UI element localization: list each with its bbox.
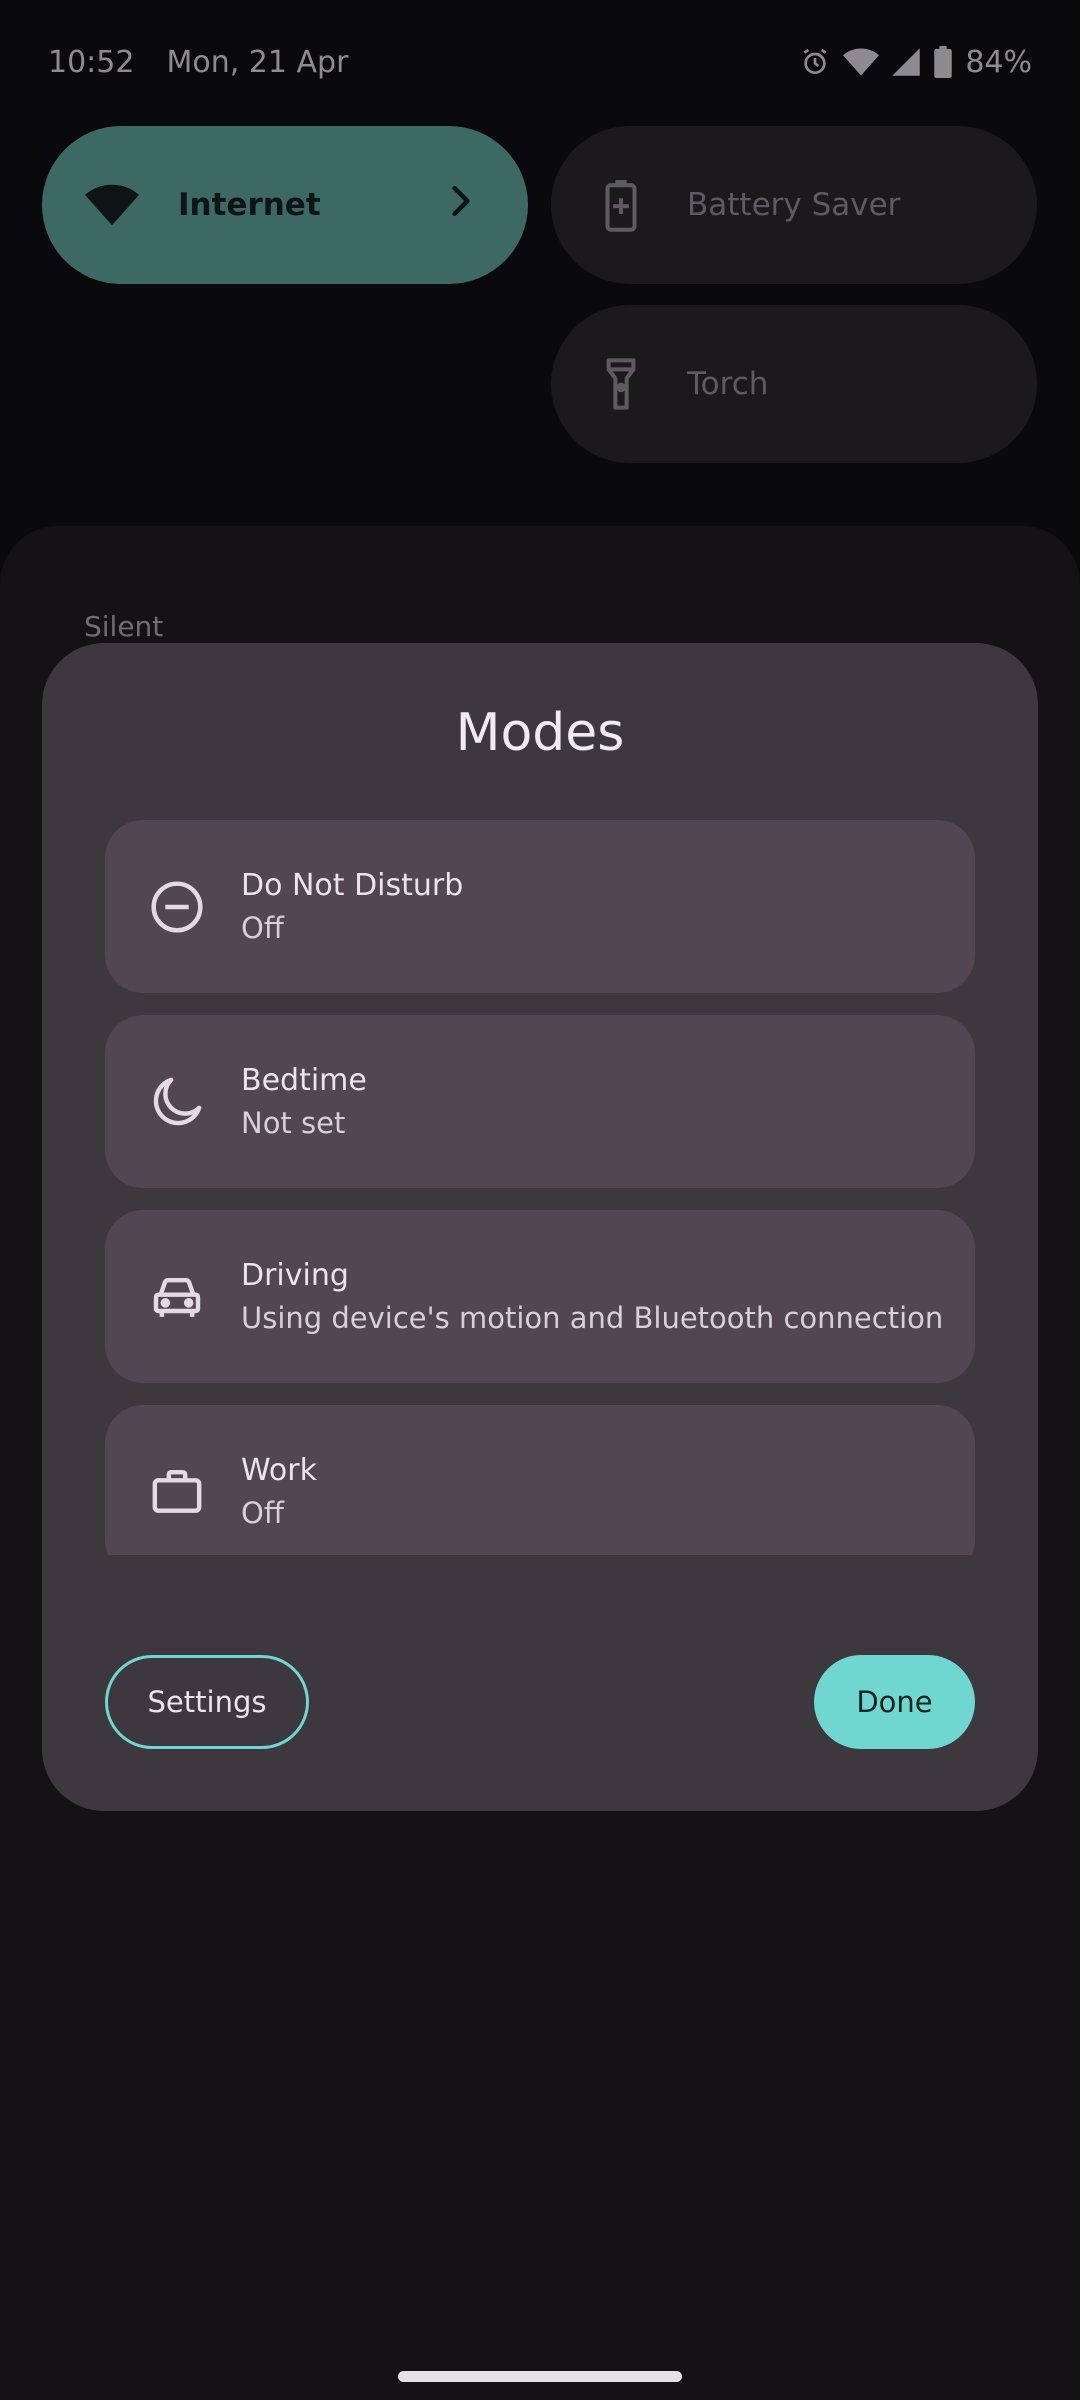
mode-text: Do Not Disturb Off (241, 868, 463, 945)
tile-torch[interactable]: Torch (551, 305, 1037, 463)
mode-status: Off (241, 911, 284, 945)
mode-card-bedtime[interactable]: Bedtime Not set (105, 1015, 975, 1188)
screen: 10:52 Mon, 21 Apr 84% Internet Battery S… (0, 0, 1080, 2400)
mode-card-driving[interactable]: Driving Using device's motion and Blueto… (105, 1210, 975, 1383)
mode-status: Using device's motion and Bluetooth conn… (241, 1301, 944, 1335)
wifi-icon (843, 46, 880, 78)
navigation-handle[interactable] (398, 2371, 682, 2382)
mode-card-work[interactable]: Work Off (105, 1405, 975, 1555)
silent-section-label: Silent (84, 610, 164, 643)
mode-name: Bedtime (241, 1063, 367, 1098)
modes-list[interactable]: Do Not Disturb Off Bedtime Not set Drivi… (105, 820, 975, 1555)
do-not-disturb-icon (147, 877, 207, 937)
tile-torch-label: Torch (687, 366, 769, 402)
done-button[interactable]: Done (814, 1655, 975, 1749)
chevron-right-icon (450, 185, 472, 225)
status-icons: 84% (799, 45, 1032, 80)
briefcase-icon (147, 1462, 207, 1522)
wifi-icon (82, 175, 142, 235)
car-icon (147, 1267, 207, 1327)
mode-name: Do Not Disturb (241, 868, 464, 903)
mode-text: Bedtime Not set (241, 1063, 367, 1140)
mode-card-do-not-disturb[interactable]: Do Not Disturb Off (105, 820, 975, 993)
moon-icon (147, 1072, 207, 1132)
status-date: Mon, 21 Apr (166, 44, 349, 80)
signal-icon (891, 47, 921, 77)
tile-battery-saver[interactable]: Battery Saver (551, 126, 1037, 284)
mode-text: Driving Using device's motion and Blueto… (241, 1258, 943, 1335)
status-bar: 10:52 Mon, 21 Apr 84% (0, 0, 1080, 124)
mode-name: Work (241, 1453, 317, 1488)
battery-icon (933, 46, 953, 78)
dialog-title: Modes (455, 703, 625, 763)
torch-icon (591, 354, 651, 414)
mode-text: Work Off (241, 1453, 317, 1530)
mode-status: Not set (241, 1106, 346, 1140)
tile-battery-saver-label: Battery Saver (687, 187, 901, 223)
status-time: 10:52 (48, 44, 135, 80)
tile-internet[interactable]: Internet (42, 126, 528, 284)
alarm-icon (799, 46, 831, 78)
mode-name: Driving (241, 1258, 349, 1293)
battery-saver-icon (591, 175, 651, 235)
settings-button[interactable]: Settings (105, 1655, 309, 1749)
battery-percent: 84% (965, 44, 1032, 80)
mode-status: Off (241, 1496, 284, 1530)
modes-dialog: Modes Do Not Disturb Off Bedtime Not set… (42, 643, 1038, 1811)
tile-internet-label: Internet (178, 187, 321, 223)
